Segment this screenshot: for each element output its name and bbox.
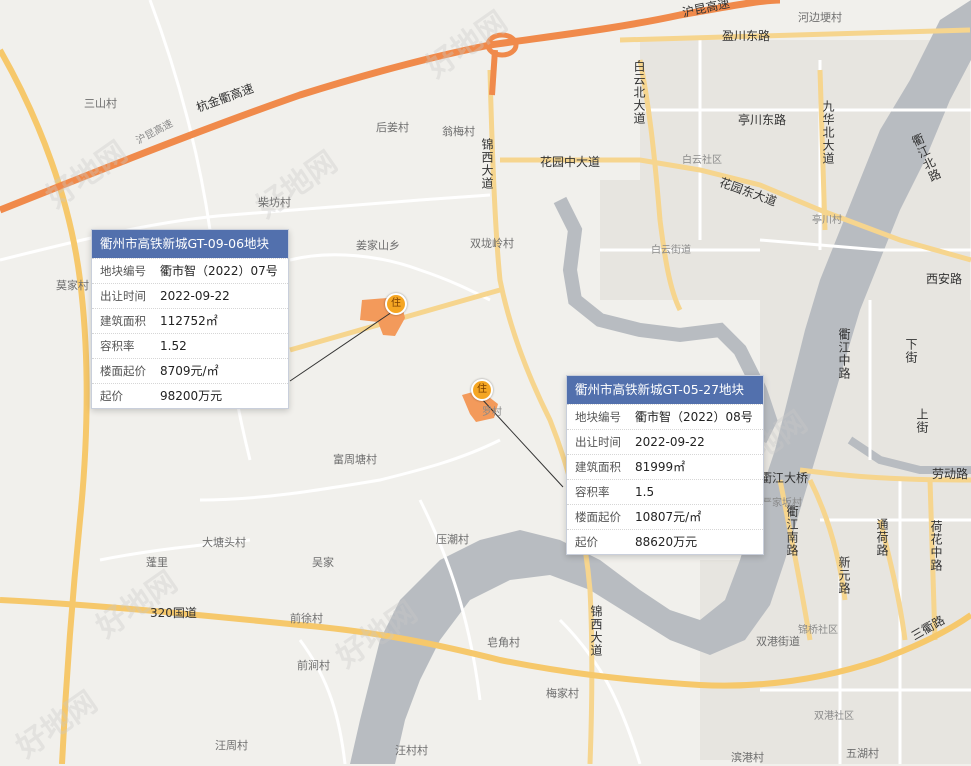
plot-info-row: 起价 98200万元 xyxy=(92,383,288,408)
plot-info-value: 88620万元 xyxy=(635,535,698,549)
label-shang-jie: 上街 xyxy=(915,408,929,434)
plot-info-value: 81999㎡ xyxy=(635,460,686,474)
plot-info-row: 地块编号 衢市智（2022）08号 xyxy=(567,404,763,429)
label-jiangbin-south: 衢江南路 xyxy=(785,505,799,557)
plot-info-card[interactable]: 衢州市高铁新城GT-05-27地块 地块编号 衢市智（2022）08号 出让时间 2… xyxy=(566,375,764,555)
label-village: 压潮村 xyxy=(436,533,469,546)
plot-info-key: 地块编号 xyxy=(575,410,621,424)
expressway-connector xyxy=(489,49,498,96)
label-yingchuan-east: 盈川东路 xyxy=(722,29,771,43)
plot-title: 衢州市高铁新城GT-05-27地块 xyxy=(567,376,763,404)
plot-info-row: 起价 88620万元 xyxy=(567,529,763,554)
label-village: 罗村 xyxy=(482,407,502,418)
plot-info-key: 出让时间 xyxy=(575,435,621,449)
label-village: 双垅岭村 xyxy=(470,237,514,250)
label-village: 汪村村 xyxy=(395,744,428,757)
plot-info-key: 起价 xyxy=(575,535,598,549)
plot-info-value: 衢市智（2022）08号 xyxy=(635,410,753,424)
plot-info-key: 建筑面积 xyxy=(100,314,146,328)
plot-info-value: 2022-09-22 xyxy=(635,435,705,449)
label-village: 亭川村 xyxy=(812,215,842,226)
label-village: 柴坊村 xyxy=(258,196,291,209)
label-village: 三山村 xyxy=(84,97,117,110)
label-320: 320国道 xyxy=(150,606,197,620)
plot-title: 衢州市高铁新城GT-09-06地块 xyxy=(92,230,288,258)
plot-info-key: 地块编号 xyxy=(100,264,146,278)
plot-info-key: 容积率 xyxy=(100,339,135,353)
label-village: 滨港村 xyxy=(731,751,764,764)
plot-info-row: 楼面起价 8709元/㎡ xyxy=(92,358,288,383)
label-village: 前徐村 xyxy=(290,612,323,625)
label-baiyun-north: 白云北大道 xyxy=(632,60,646,125)
label-huayuan-middle: 花园中大道 xyxy=(540,155,601,169)
plot-info-row: 出让时间 2022-09-22 xyxy=(567,429,763,454)
plot-info-value: 112752㎡ xyxy=(160,314,218,328)
plot-info-key: 楼面起价 xyxy=(575,510,621,524)
label-village: 白云社区 xyxy=(682,155,722,166)
plot-info-value: 1.52 xyxy=(160,339,187,353)
plot-info-row: 出让时间 2022-09-22 xyxy=(92,283,288,308)
label-village: 双港社区 xyxy=(814,711,854,722)
label-xia-jie: 下街 xyxy=(904,338,918,364)
label-village: 姜家山乡 xyxy=(356,239,400,252)
label-village: 吴家 xyxy=(312,556,334,569)
plot-info-key: 出让时间 xyxy=(100,289,146,303)
label-village: 锦桥社区 xyxy=(798,625,838,636)
label-village: 严家坂村 xyxy=(762,498,802,509)
label-jiuhua-north: 九华北大道 xyxy=(821,100,835,165)
label-village: 莫家村 xyxy=(56,279,89,292)
label-village: 后姜村 xyxy=(376,121,409,134)
plot-info-key: 楼面起价 xyxy=(100,364,146,378)
label-tonghe: 通荷路 xyxy=(875,518,889,557)
label-jinxi: 锦西大道 xyxy=(480,138,494,190)
plot-info-value: 10807元/㎡ xyxy=(635,510,702,524)
plot-marker-gt-05-27[interactable]: 住 xyxy=(471,379,493,401)
plot-info-row: 建筑面积 81999㎡ xyxy=(567,454,763,479)
label-village: 翁梅村 xyxy=(442,125,475,138)
label-village: 河边埂村 xyxy=(798,11,842,24)
label-bridge: 衢江大桥 xyxy=(760,471,809,485)
plot-info-row: 容积率 1.52 xyxy=(92,333,288,358)
label-village: 富周塘村 xyxy=(333,453,377,466)
label-village: 皂角村 xyxy=(487,636,520,649)
plot-info-value: 98200万元 xyxy=(160,389,223,403)
plot-info-key: 起价 xyxy=(100,389,123,403)
label-village: 前涧村 xyxy=(297,659,330,672)
label-village: 五湖村 xyxy=(846,747,879,760)
plot-info-row: 容积率 1.5 xyxy=(567,479,763,504)
label-xi-an: 西安路 xyxy=(926,272,963,286)
label-village: 双港街道 xyxy=(756,635,800,648)
plot-info-key: 容积率 xyxy=(575,485,610,499)
plot-info-value: 8709元/㎡ xyxy=(160,364,219,378)
label-quanjiang-middle: 衢江中路 xyxy=(837,328,851,380)
plot-info-key: 建筑面积 xyxy=(575,460,621,474)
label-village: 蓬里 xyxy=(146,556,168,569)
plot-info-row: 建筑面积 112752㎡ xyxy=(92,308,288,333)
plot-info-value: 2022-09-22 xyxy=(160,289,230,303)
label-village: 白云街道 xyxy=(651,245,691,256)
label-village: 梅家村 xyxy=(546,687,579,700)
label-village: 大塘头村 xyxy=(202,536,246,549)
label-laodong: 劳动路 xyxy=(932,467,969,481)
label-hehua-middle: 荷花中路 xyxy=(929,520,943,572)
plot-info-row: 楼面起价 10807元/㎡ xyxy=(567,504,763,529)
plot-info-value: 1.5 xyxy=(635,485,655,499)
label-tingchuan-east: 亭川东路 xyxy=(738,113,787,127)
label-village: 汪周村 xyxy=(215,739,248,752)
label-jinxi-south: 锦西大道 xyxy=(589,605,603,657)
plot-info-value: 衢市智（2022）07号 xyxy=(160,264,278,278)
plot-info-card[interactable]: 衢州市高铁新城GT-09-06地块 地块编号 衢市智（2022）07号 出让时间 2… xyxy=(91,229,289,409)
plot-marker-gt-09-06[interactable]: 住 xyxy=(385,293,407,315)
label-xinyuan: 新元路 xyxy=(837,556,851,595)
plot-info-row: 地块编号 衢市智（2022）07号 xyxy=(92,258,288,283)
